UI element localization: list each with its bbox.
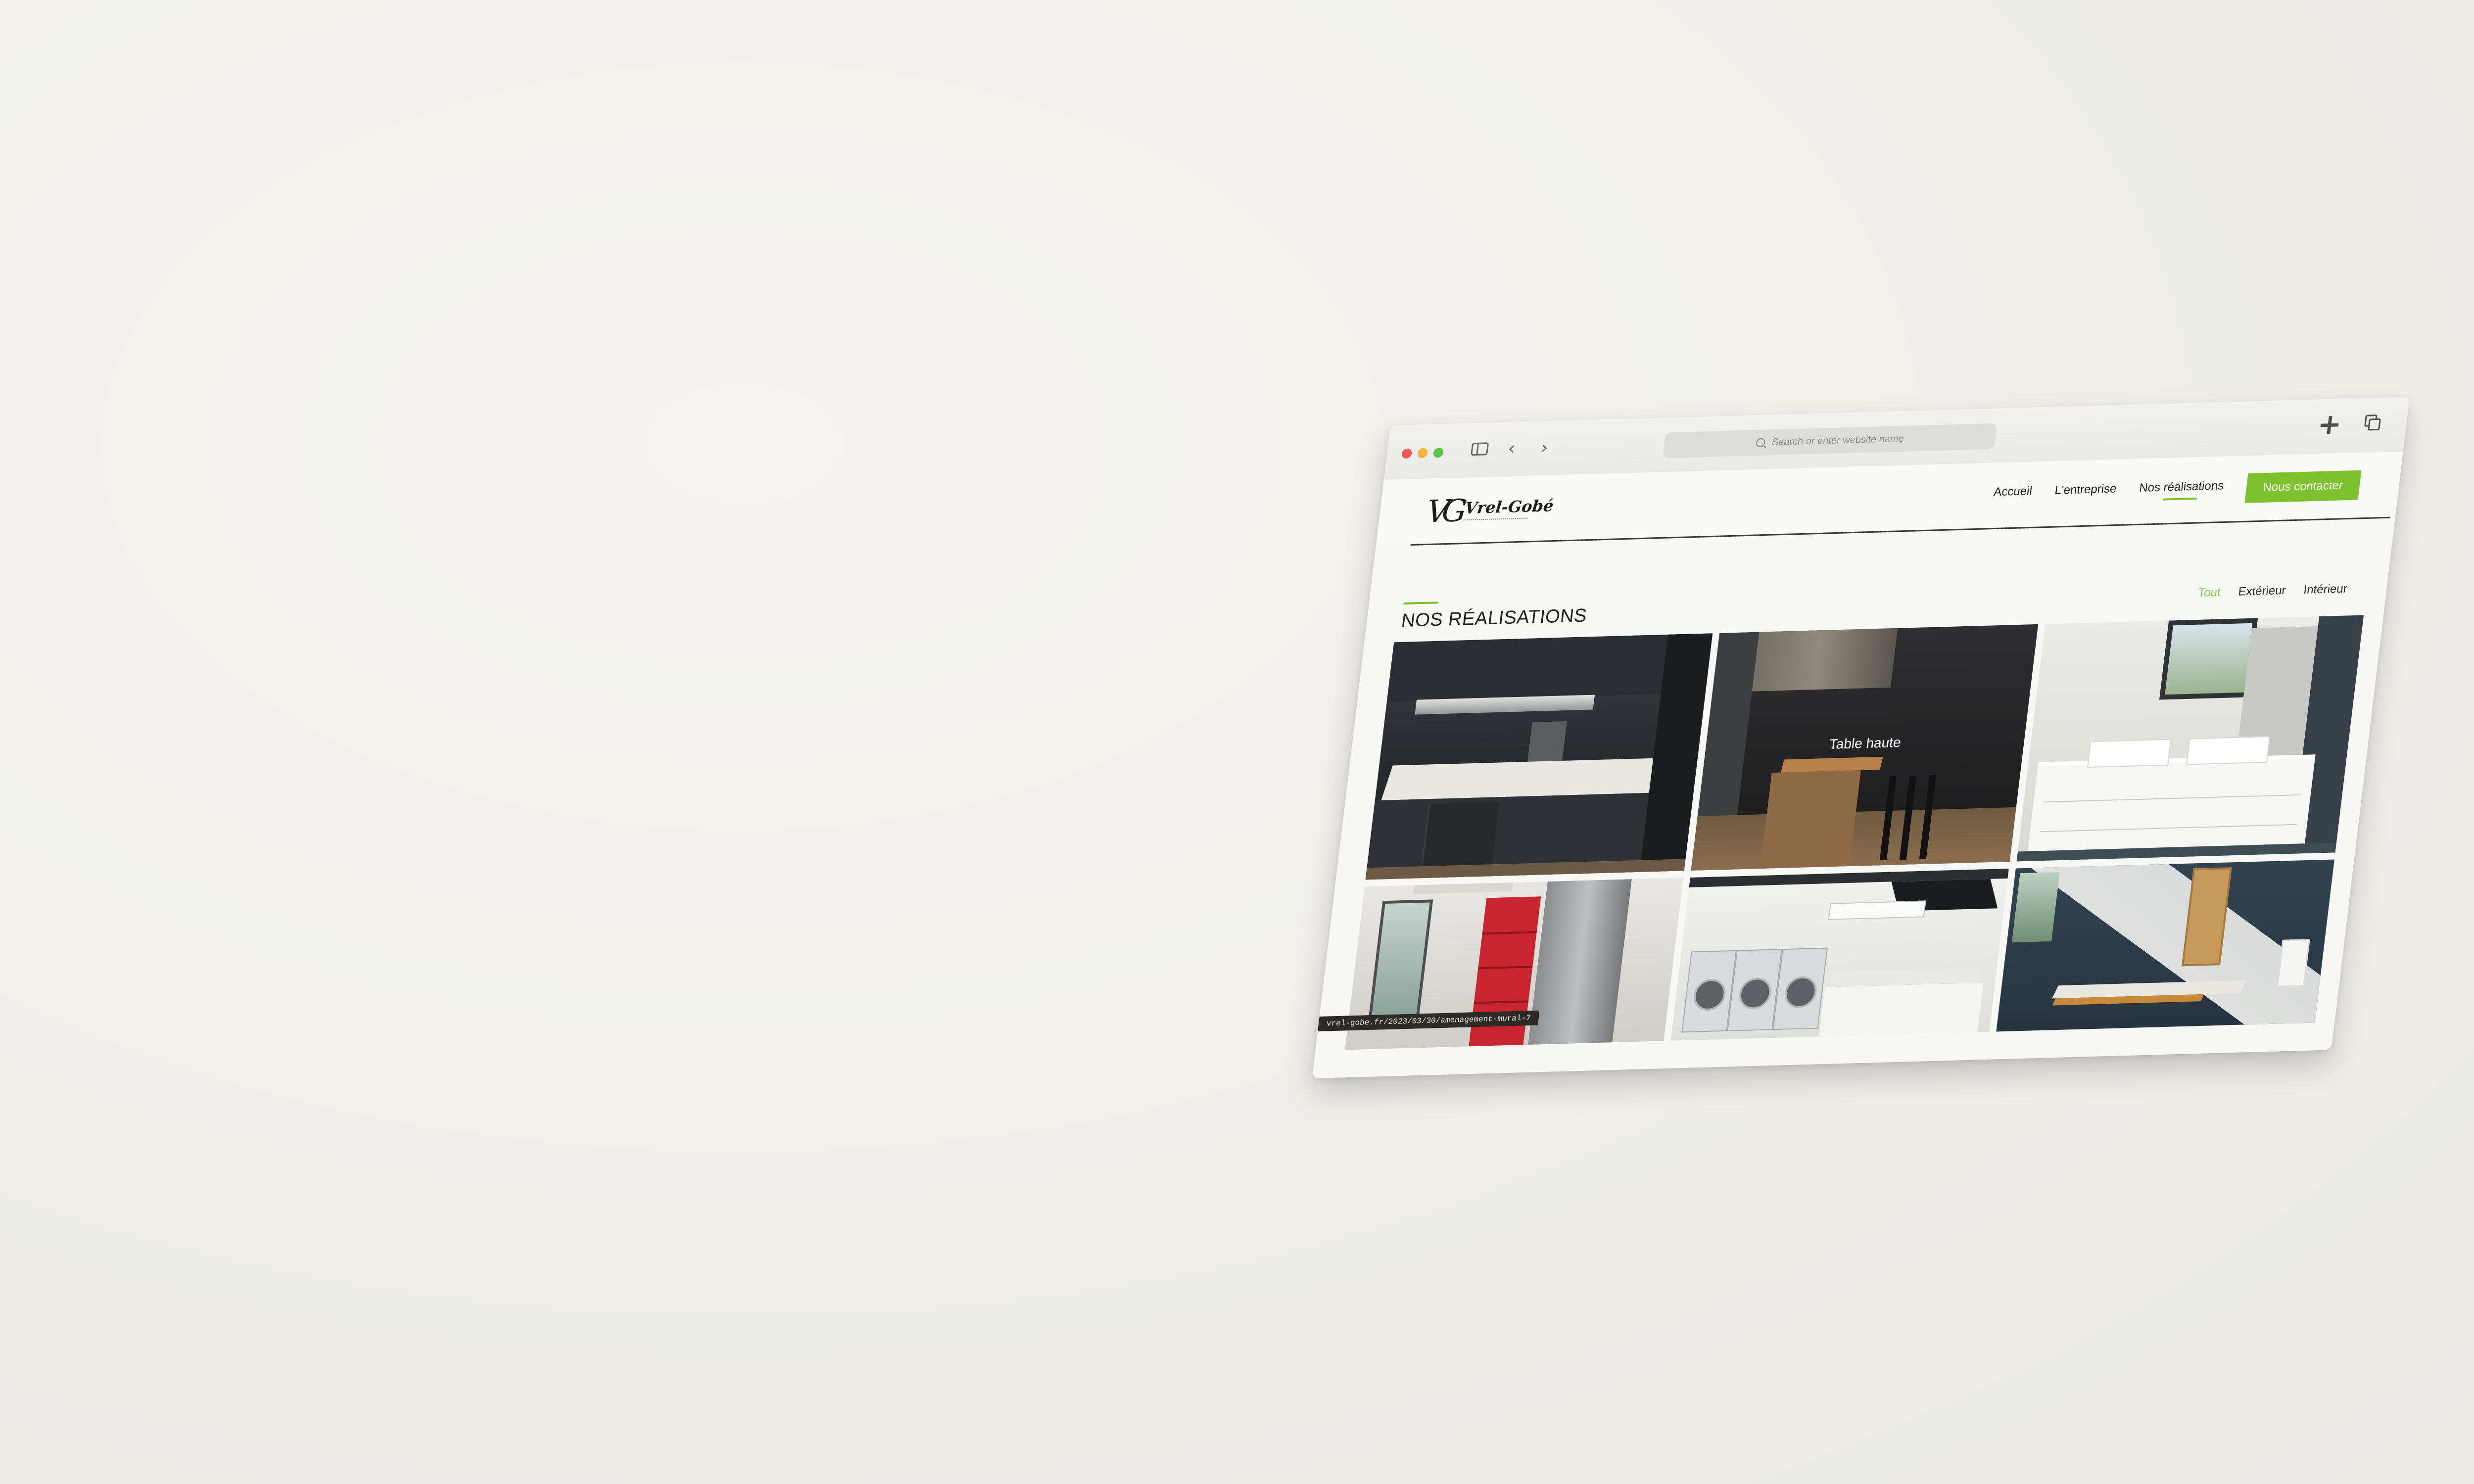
gallery-caption: Table haute [1828, 734, 1902, 752]
contact-button[interactable]: Nous contacter [2244, 470, 2362, 503]
gallery-item-office[interactable] [1996, 859, 2334, 1032]
address-placeholder: Search or enter website name [1771, 433, 1905, 448]
page-title: NOS RÉALISATIONS [1400, 605, 1588, 632]
close-window-icon[interactable] [1401, 448, 1413, 459]
back-arrow-icon[interactable]: ‹ [1507, 437, 1517, 459]
gallery-item-kitchen[interactable] [1365, 633, 1713, 880]
header-divider [1410, 516, 2390, 546]
forward-arrow-icon[interactable]: › [1539, 436, 1549, 458]
gallery-item-table-haute[interactable]: Table haute [1691, 624, 2039, 871]
main-nav: Accueil L'entreprise Nos réalisations No… [1992, 470, 2362, 510]
site-logo[interactable]: VG Vrel-Gobé [1425, 492, 1555, 530]
zoom-window-icon[interactable] [1432, 447, 1444, 458]
logo-mark: VG [1425, 492, 1462, 530]
sidebar-icon[interactable] [1471, 442, 1489, 456]
search-icon [1755, 438, 1765, 448]
logo-tagline [1463, 517, 1528, 523]
gallery-item-bathroom[interactable] [2016, 615, 2364, 862]
filter-interieur[interactable]: Intérieur [2303, 582, 2348, 597]
logo-name: Vrel-Gobé [1464, 496, 1555, 518]
browser-mockup: ‹ › Search or enter website name + VG Vr… [1312, 397, 2410, 1078]
plus-icon[interactable]: + [2316, 407, 2344, 441]
nav-entreprise[interactable]: L'entreprise [2053, 482, 2117, 503]
section-heading: NOS RÉALISATIONS [1400, 598, 1589, 632]
title-accent [1403, 602, 1438, 605]
filter-exterieur[interactable]: Extérieur [2237, 584, 2286, 599]
filter-tout[interactable]: Tout [2197, 586, 2222, 600]
nav-accueil[interactable]: Accueil [1992, 484, 2033, 505]
minimize-window-icon[interactable] [1417, 448, 1428, 459]
filter-tabs: Tout Extérieur Intérieur [2197, 582, 2348, 600]
tabs-overview-icon[interactable] [2364, 415, 2382, 432]
address-bar[interactable]: Search or enter website name [1663, 423, 1998, 459]
gallery-grid: Table haute [1345, 615, 2364, 1050]
gallery-item-laundry[interactable] [1670, 868, 2009, 1041]
browser-window: ‹ › Search or enter website name + VG Vr… [1312, 397, 2410, 1078]
nav-realisations[interactable]: Nos réalisations [2138, 479, 2225, 501]
